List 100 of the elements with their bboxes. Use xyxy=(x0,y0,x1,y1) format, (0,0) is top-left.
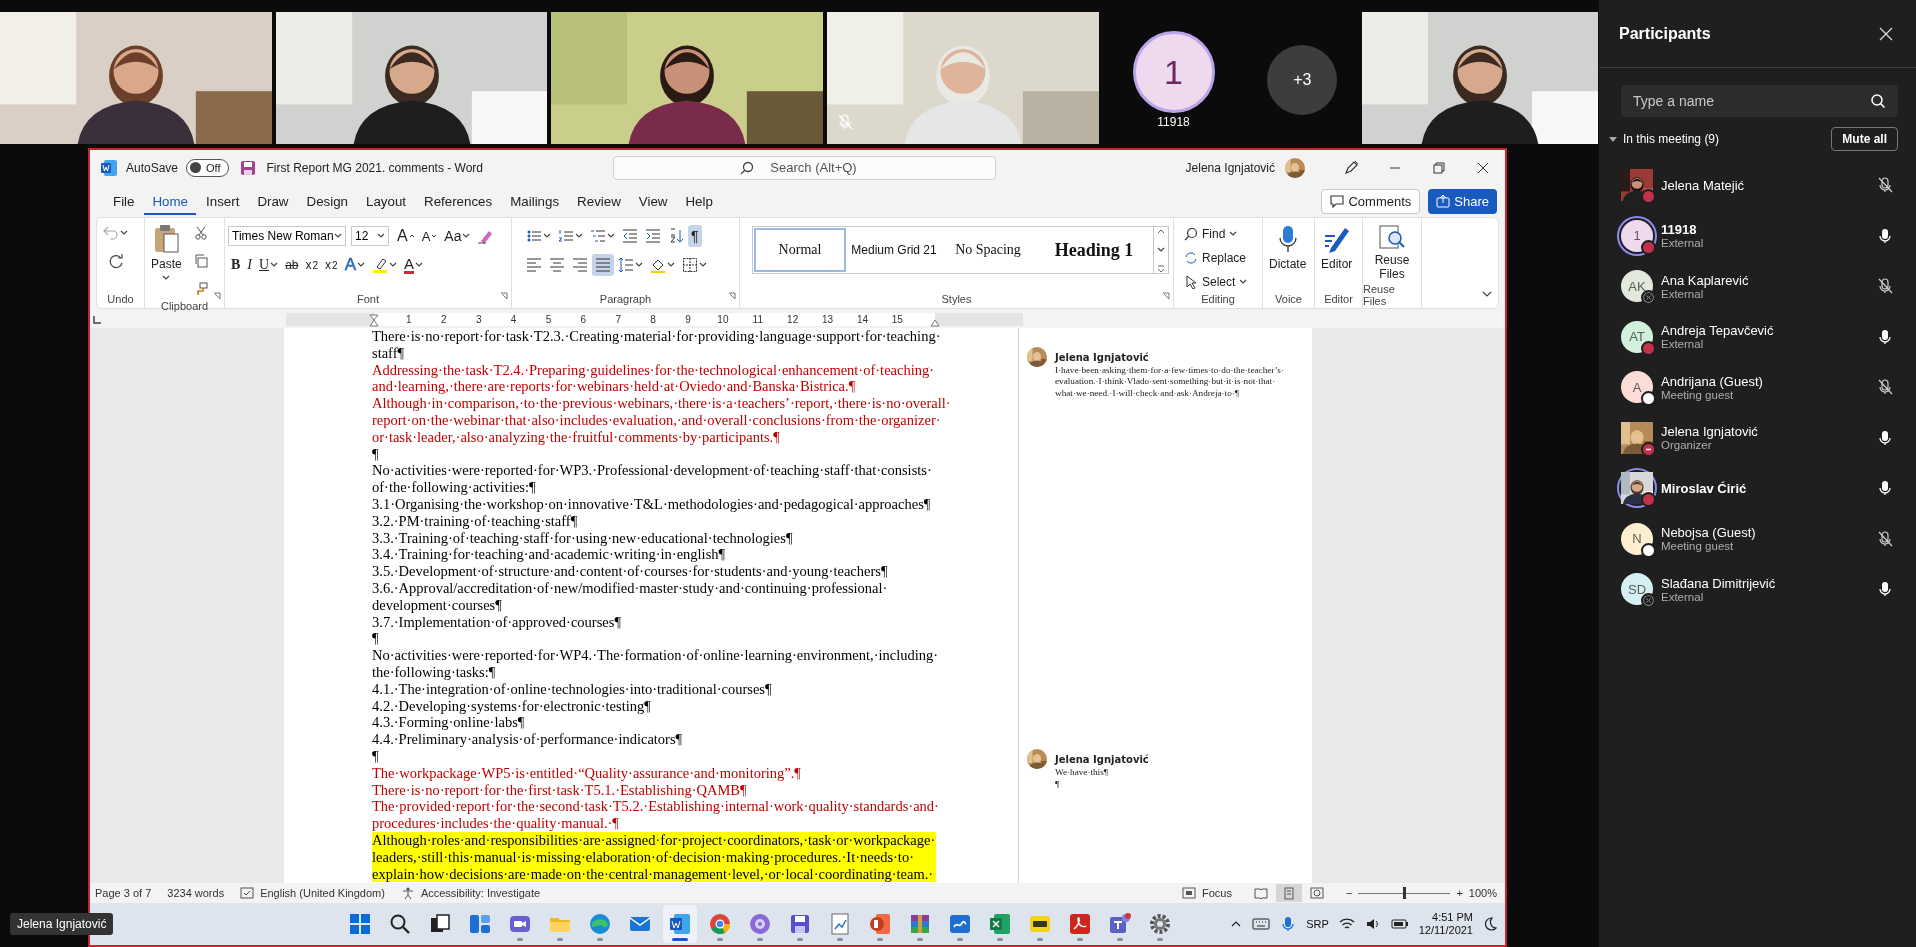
redo-icon xyxy=(107,253,124,269)
dictate-button[interactable]: Dictate xyxy=(1266,222,1310,293)
microphone-icon xyxy=(1877,328,1893,345)
document-logo-icon xyxy=(100,158,118,177)
zoom-out-button[interactable]: − xyxy=(1346,887,1353,899)
caret-icon xyxy=(334,232,342,240)
paragraph: ¶ xyxy=(372,630,379,647)
ruler-number: 1 xyxy=(405,313,413,326)
strike-button[interactable]: ab xyxy=(282,254,302,276)
menu-tab[interactable]: Design xyxy=(298,187,356,215)
participant-role: External xyxy=(1661,338,1705,351)
panel-title: Participants xyxy=(1619,24,1712,43)
search-field[interactable]: Type a name xyxy=(1621,85,1898,117)
avatar: 1 xyxy=(1621,219,1653,252)
caret-icon xyxy=(1239,278,1248,286)
language-label: English (United Kingdom) xyxy=(260,887,385,899)
search-icon xyxy=(1870,93,1886,109)
style-item[interactable]: No Spacing xyxy=(941,227,1035,273)
menu-tab[interactable]: Draw xyxy=(249,187,297,215)
comment-author: Jelena Ignjatović xyxy=(1055,754,1149,766)
microphone-icon xyxy=(1877,429,1893,446)
search-field[interactable]: Search (Alt+Q) xyxy=(613,155,996,180)
group-label: Undo xyxy=(107,293,134,305)
style-item[interactable]: Normal xyxy=(753,227,847,273)
group-label: Reuse Files xyxy=(1363,283,1396,307)
document-logo-icon xyxy=(668,912,692,936)
borders-icon xyxy=(682,257,698,273)
caret-icon xyxy=(356,261,365,269)
italic-button[interactable]: I xyxy=(244,254,255,276)
paragraph: 3.6.·Approval/accreditation·of·new/modified·master·study·and·continuing·professional· development·courses¶ xyxy=(372,579,888,613)
paragraph: 4.1.·The·integration·of·online·technologies·into·traditional·courses¶ xyxy=(372,680,772,697)
menu-tab[interactable]: Home xyxy=(144,187,197,215)
caret-icon xyxy=(607,232,615,240)
menu-tab[interactable]: Insert xyxy=(198,187,248,215)
comment-icon xyxy=(1330,194,1345,208)
font-name-dropdown[interactable]: Times New Roman xyxy=(228,226,346,246)
menu-tab[interactable]: File xyxy=(105,187,143,215)
paragraph: Although·in·comparison,·to·the·previous·webinars,·there·is·a·teachers’·report,·there·is·no·overall· report·on·the·webinar·that·also·includes·evaluation,·and·overall·conclusions·from·the·organizer· or·task·leader,·also·analyzing·the·fruitful·comments·by·participants.¶ xyxy=(372,395,951,445)
align-left-icon xyxy=(526,257,542,273)
group-label: Clipboard xyxy=(160,300,209,312)
paragraph: No·activities·were·reported·for·WP4.·The·formation·of·online·learning·environment,·including· the·following·tasks:¶ xyxy=(372,647,939,680)
speaker-icon xyxy=(1364,917,1381,931)
show-marks-button[interactable]: ¶ xyxy=(688,225,702,247)
keyboard-icon xyxy=(1252,918,1271,930)
widgets-icon xyxy=(468,912,492,936)
comments-button[interactable]: Comments xyxy=(1321,188,1421,214)
proofing-icon xyxy=(240,887,255,899)
microphone-off-icon xyxy=(1877,530,1893,547)
menu-tab[interactable]: Review xyxy=(569,187,629,215)
mute-all-button[interactable]: Mute all xyxy=(1831,127,1898,151)
scissors-icon xyxy=(193,226,208,240)
caret-down-icon xyxy=(1609,135,1617,143)
shrink-font-button[interactable]: A xyxy=(418,225,441,247)
x-icon xyxy=(1645,294,1652,302)
search-icon xyxy=(1184,227,1198,241)
style-item[interactable]: Heading 1 xyxy=(1035,227,1153,273)
slider-thumb[interactable] xyxy=(1403,887,1407,899)
caret-icon xyxy=(667,261,675,269)
globe-page-icon xyxy=(1310,886,1324,900)
style-item[interactable]: Medium Grid 21 xyxy=(847,227,941,273)
replace-button[interactable]: Replace xyxy=(1181,248,1251,268)
scroll-down-icon xyxy=(1157,246,1165,254)
align-button[interactable] xyxy=(592,254,614,276)
editor-button[interactable]: Editor xyxy=(1318,222,1356,293)
font-color-button[interactable]: A xyxy=(400,254,426,276)
section-header[interactable]: In this meeting (9) xyxy=(1609,132,1720,146)
share-button[interactable]: Share xyxy=(1428,188,1497,214)
paragraph: 3.7.·Implementation·of·approved·courses¶ xyxy=(372,613,621,630)
paragraph: There·is·no·report·for·task·T2.3.·Creating·material·for·providing·language·support·for·teaching· staff¶ xyxy=(372,328,941,361)
participant-role: Organizer xyxy=(1661,439,1713,452)
caret-icon xyxy=(575,232,583,240)
underline-button[interactable]: U xyxy=(256,254,282,276)
menu-tab[interactable]: References xyxy=(416,187,501,215)
microphone-icon xyxy=(1877,480,1893,497)
autosave-toggle[interactable]: Off xyxy=(186,158,229,177)
change-case-button[interactable]: Aa xyxy=(441,225,474,247)
select-button[interactable]: Select xyxy=(1181,272,1251,292)
menu-tab[interactable]: View xyxy=(630,187,676,215)
group-label: Paragraph xyxy=(599,293,652,305)
paragraph: ¶ xyxy=(372,445,379,462)
bold-button[interactable]: B xyxy=(228,254,244,276)
paste-button[interactable]: Paste xyxy=(148,222,185,300)
menu-tab[interactable]: Mailings xyxy=(502,187,568,215)
reuse-files-button[interactable]: Reuse Files xyxy=(1366,222,1418,283)
text-effects-button[interactable]: A xyxy=(341,254,368,276)
four-squares-icon xyxy=(348,912,372,936)
zoom-in-button[interactable]: + xyxy=(1456,887,1463,899)
participant-name: Andreja Tepavčević xyxy=(1661,323,1775,339)
more-participants-button[interactable]: +3 xyxy=(1267,45,1338,115)
font-size-dropdown[interactable]: 12 xyxy=(351,226,389,246)
find-button[interactable]: Find xyxy=(1181,224,1251,244)
paragraph: 3.4.·Training·for·teaching·and·academic·writing·in·english¶ xyxy=(372,546,726,563)
menu-tab[interactable]: Layout xyxy=(358,187,415,215)
ruler-number: 4 xyxy=(509,313,518,326)
input-language: SRP xyxy=(1306,918,1329,930)
grow-font-button[interactable]: A xyxy=(394,225,418,247)
menu-tab[interactable]: Help xyxy=(677,187,721,215)
caret-icon xyxy=(388,261,397,269)
page-count: Page 3 of 7 xyxy=(95,887,152,899)
ruler-number: 6 xyxy=(579,313,588,326)
